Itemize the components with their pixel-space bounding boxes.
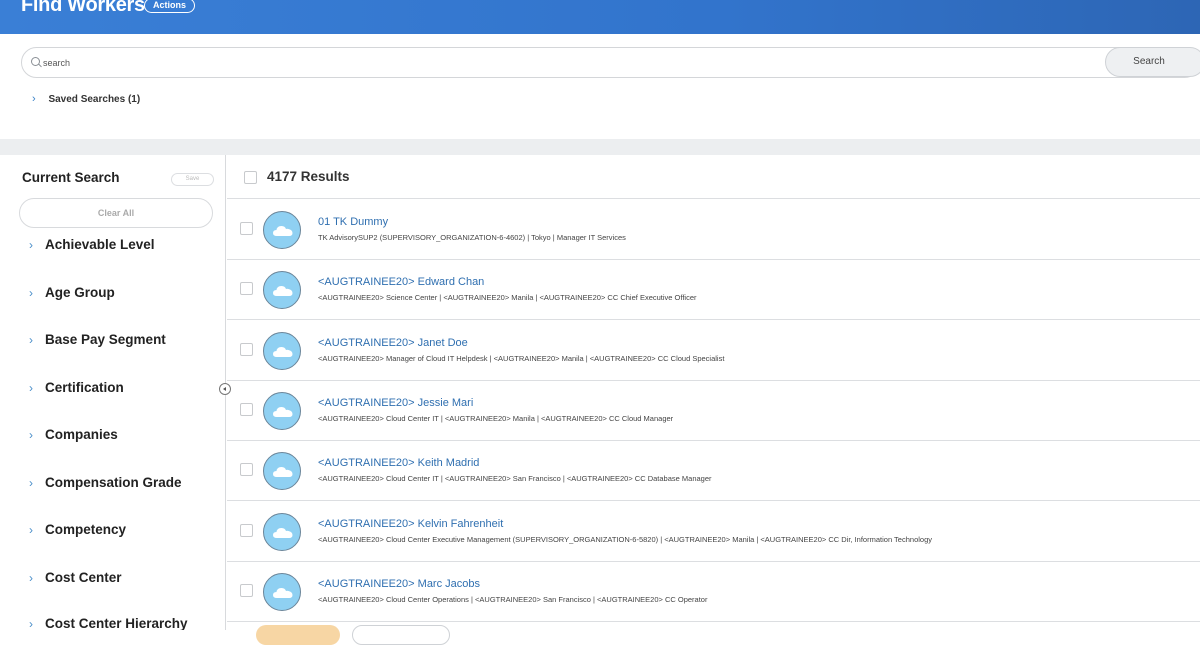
- chevron-right-icon: ›: [29, 617, 33, 630]
- cloud-icon: [273, 346, 293, 357]
- section-divider: [0, 139, 1200, 155]
- clear-all-button[interactable]: Clear All: [19, 198, 213, 228]
- result-row: <AUGTRAINEE20> Edward Chan <AUGTRAINEE20>…: [227, 260, 1200, 321]
- avatar[interactable]: [263, 452, 301, 491]
- select-all-checkbox[interactable]: [244, 171, 257, 184]
- worker-name-link[interactable]: <AUGTRAINEE20> Keith Madrid: [318, 457, 479, 469]
- worker-name-link[interactable]: <AUGTRAINEE20> Janet Doe: [318, 337, 468, 349]
- search-input[interactable]: [43, 55, 1103, 71]
- avatar[interactable]: [263, 572, 301, 611]
- facet-label: Age Group: [45, 285, 115, 300]
- chevron-right-icon: ›: [29, 286, 33, 300]
- results-panel: 4177 Results 01 TK Dummy TK AdvisorySUP2 …: [227, 155, 1200, 630]
- worker-detail: <AUGTRAINEE20> Cloud Center IT | <AUGTRA…: [318, 413, 674, 423]
- facet-item[interactable]: › Companies: [29, 427, 118, 442]
- facet-label: Cost Center: [45, 570, 122, 585]
- facet-label: Base Pay Segment: [45, 332, 166, 347]
- page-header: Find Workers Actions: [0, 0, 1200, 34]
- cloud-icon: [273, 226, 293, 236]
- chevron-right-icon: ›: [29, 428, 33, 442]
- row-checkbox[interactable]: [240, 523, 253, 537]
- result-row: <AUGTRAINEE20> Keith Madrid <AUGTRAINEE20…: [227, 441, 1200, 502]
- facet-sidebar: Current Search Save Clear All › Achievabl…: [0, 155, 226, 630]
- worker-name-link[interactable]: <AUGTRAINEE20> Jessie Mari: [318, 397, 473, 409]
- facet-label: Certification: [45, 380, 124, 395]
- row-checkbox[interactable]: [240, 583, 253, 597]
- chevron-right-icon: ›: [29, 571, 33, 585]
- worker-detail: <AUGTRAINEE20> Science Center | <AUGTRAI…: [318, 293, 697, 303]
- facet-item[interactable]: › Achievable Level: [29, 237, 155, 252]
- avatar[interactable]: [263, 331, 301, 370]
- saved-searches-toggle[interactable]: › Saved Searches (1): [32, 93, 140, 105]
- search-button[interactable]: Search: [1105, 47, 1200, 77]
- cloud-icon: [273, 406, 293, 417]
- facet-label: Achievable Level: [45, 237, 155, 252]
- avatar[interactable]: [263, 271, 301, 310]
- row-checkbox[interactable]: [240, 342, 253, 356]
- facet-label: Companies: [45, 427, 118, 442]
- saved-searches-label: Saved Searches (1): [48, 94, 141, 105]
- result-row: <AUGTRAINEE20> Marc Jacobs <AUGTRAINEE20>…: [227, 562, 1200, 622]
- worker-detail: TK AdvisorySUP2 (SUPERVISORY_ORGANIZATIO…: [318, 233, 626, 242]
- facet-item[interactable]: › Base Pay Segment: [29, 332, 166, 347]
- row-checkbox[interactable]: [240, 463, 253, 477]
- facet-label: Cost Center Hierarchy: [45, 616, 188, 630]
- cloud-icon: [273, 286, 293, 297]
- facet-item[interactable]: › Cost Center: [29, 570, 122, 585]
- current-search-title: Current Search: [22, 170, 120, 185]
- worker-detail: <AUGTRAINEE20> Manager of Cloud IT Helpd…: [318, 353, 725, 363]
- result-row: 01 TK Dummy TK AdvisorySUP2 (SUPERVISORY_…: [227, 200, 1200, 260]
- facet-item[interactable]: › Cost Center Hierarchy: [29, 616, 188, 630]
- avatar[interactable]: [263, 391, 301, 430]
- results-count: 4177 Results: [267, 169, 350, 184]
- facet-item[interactable]: › Certification: [29, 380, 124, 395]
- results-header: 4177 Results: [227, 155, 1200, 199]
- chevron-right-icon: ›: [32, 93, 36, 105]
- row-checkbox[interactable]: [240, 222, 253, 235]
- actions-button[interactable]: Actions: [144, 0, 196, 13]
- cloud-icon: [273, 587, 293, 598]
- result-row: <AUGTRAINEE20> Kelvin Fahrenheit <AUGTRAI…: [227, 502, 1200, 562]
- row-checkbox[interactable]: [240, 402, 253, 416]
- cloud-icon: [273, 467, 293, 478]
- result-row: <AUGTRAINEE20> Janet Doe <AUGTRAINEE20> M…: [227, 321, 1200, 381]
- chevron-right-icon: ›: [29, 333, 33, 347]
- row-checkbox[interactable]: [240, 282, 253, 296]
- worker-name-link[interactable]: <AUGTRAINEE20> Marc Jacobs: [318, 578, 480, 590]
- chevron-right-icon: ›: [29, 476, 33, 490]
- bottom-secondary-button[interactable]: [352, 625, 450, 645]
- chevron-right-icon: ›: [29, 523, 33, 537]
- cloud-icon: [273, 527, 293, 538]
- facet-item[interactable]: › Competency: [29, 522, 126, 537]
- save-search-button[interactable]: Save: [171, 173, 214, 186]
- worker-name-link[interactable]: <AUGTRAINEE20> Kelvin Fahrenheit: [318, 518, 503, 530]
- result-row: <AUGTRAINEE20> Jessie Mari <AUGTRAINEE20>…: [227, 381, 1200, 441]
- facet-label: Compensation Grade: [45, 475, 182, 490]
- facet-label: Competency: [45, 522, 127, 537]
- worker-detail: <AUGTRAINEE20> Cloud Center Executive Ma…: [318, 534, 933, 544]
- facet-item[interactable]: › Age Group: [29, 285, 115, 300]
- worker-name-link[interactable]: 01 TK Dummy: [318, 216, 388, 228]
- search-bar[interactable]: [21, 47, 1200, 78]
- bottom-primary-button[interactable]: [256, 625, 340, 645]
- worker-detail: <AUGTRAINEE20> Cloud Center Operations |…: [318, 594, 708, 604]
- avatar[interactable]: [263, 512, 301, 551]
- facet-item[interactable]: › Compensation Grade: [29, 475, 182, 490]
- avatar[interactable]: [263, 211, 301, 249]
- search-icon: [31, 57, 40, 66]
- worker-detail: <AUGTRAINEE20> Cloud Center IT | <AUGTRA…: [318, 474, 712, 484]
- chevron-right-icon: ›: [29, 381, 33, 395]
- chevron-right-icon: ›: [29, 238, 33, 252]
- worker-name-link[interactable]: <AUGTRAINEE20> Edward Chan: [318, 276, 484, 288]
- page-title: Find Workers: [21, 0, 145, 16]
